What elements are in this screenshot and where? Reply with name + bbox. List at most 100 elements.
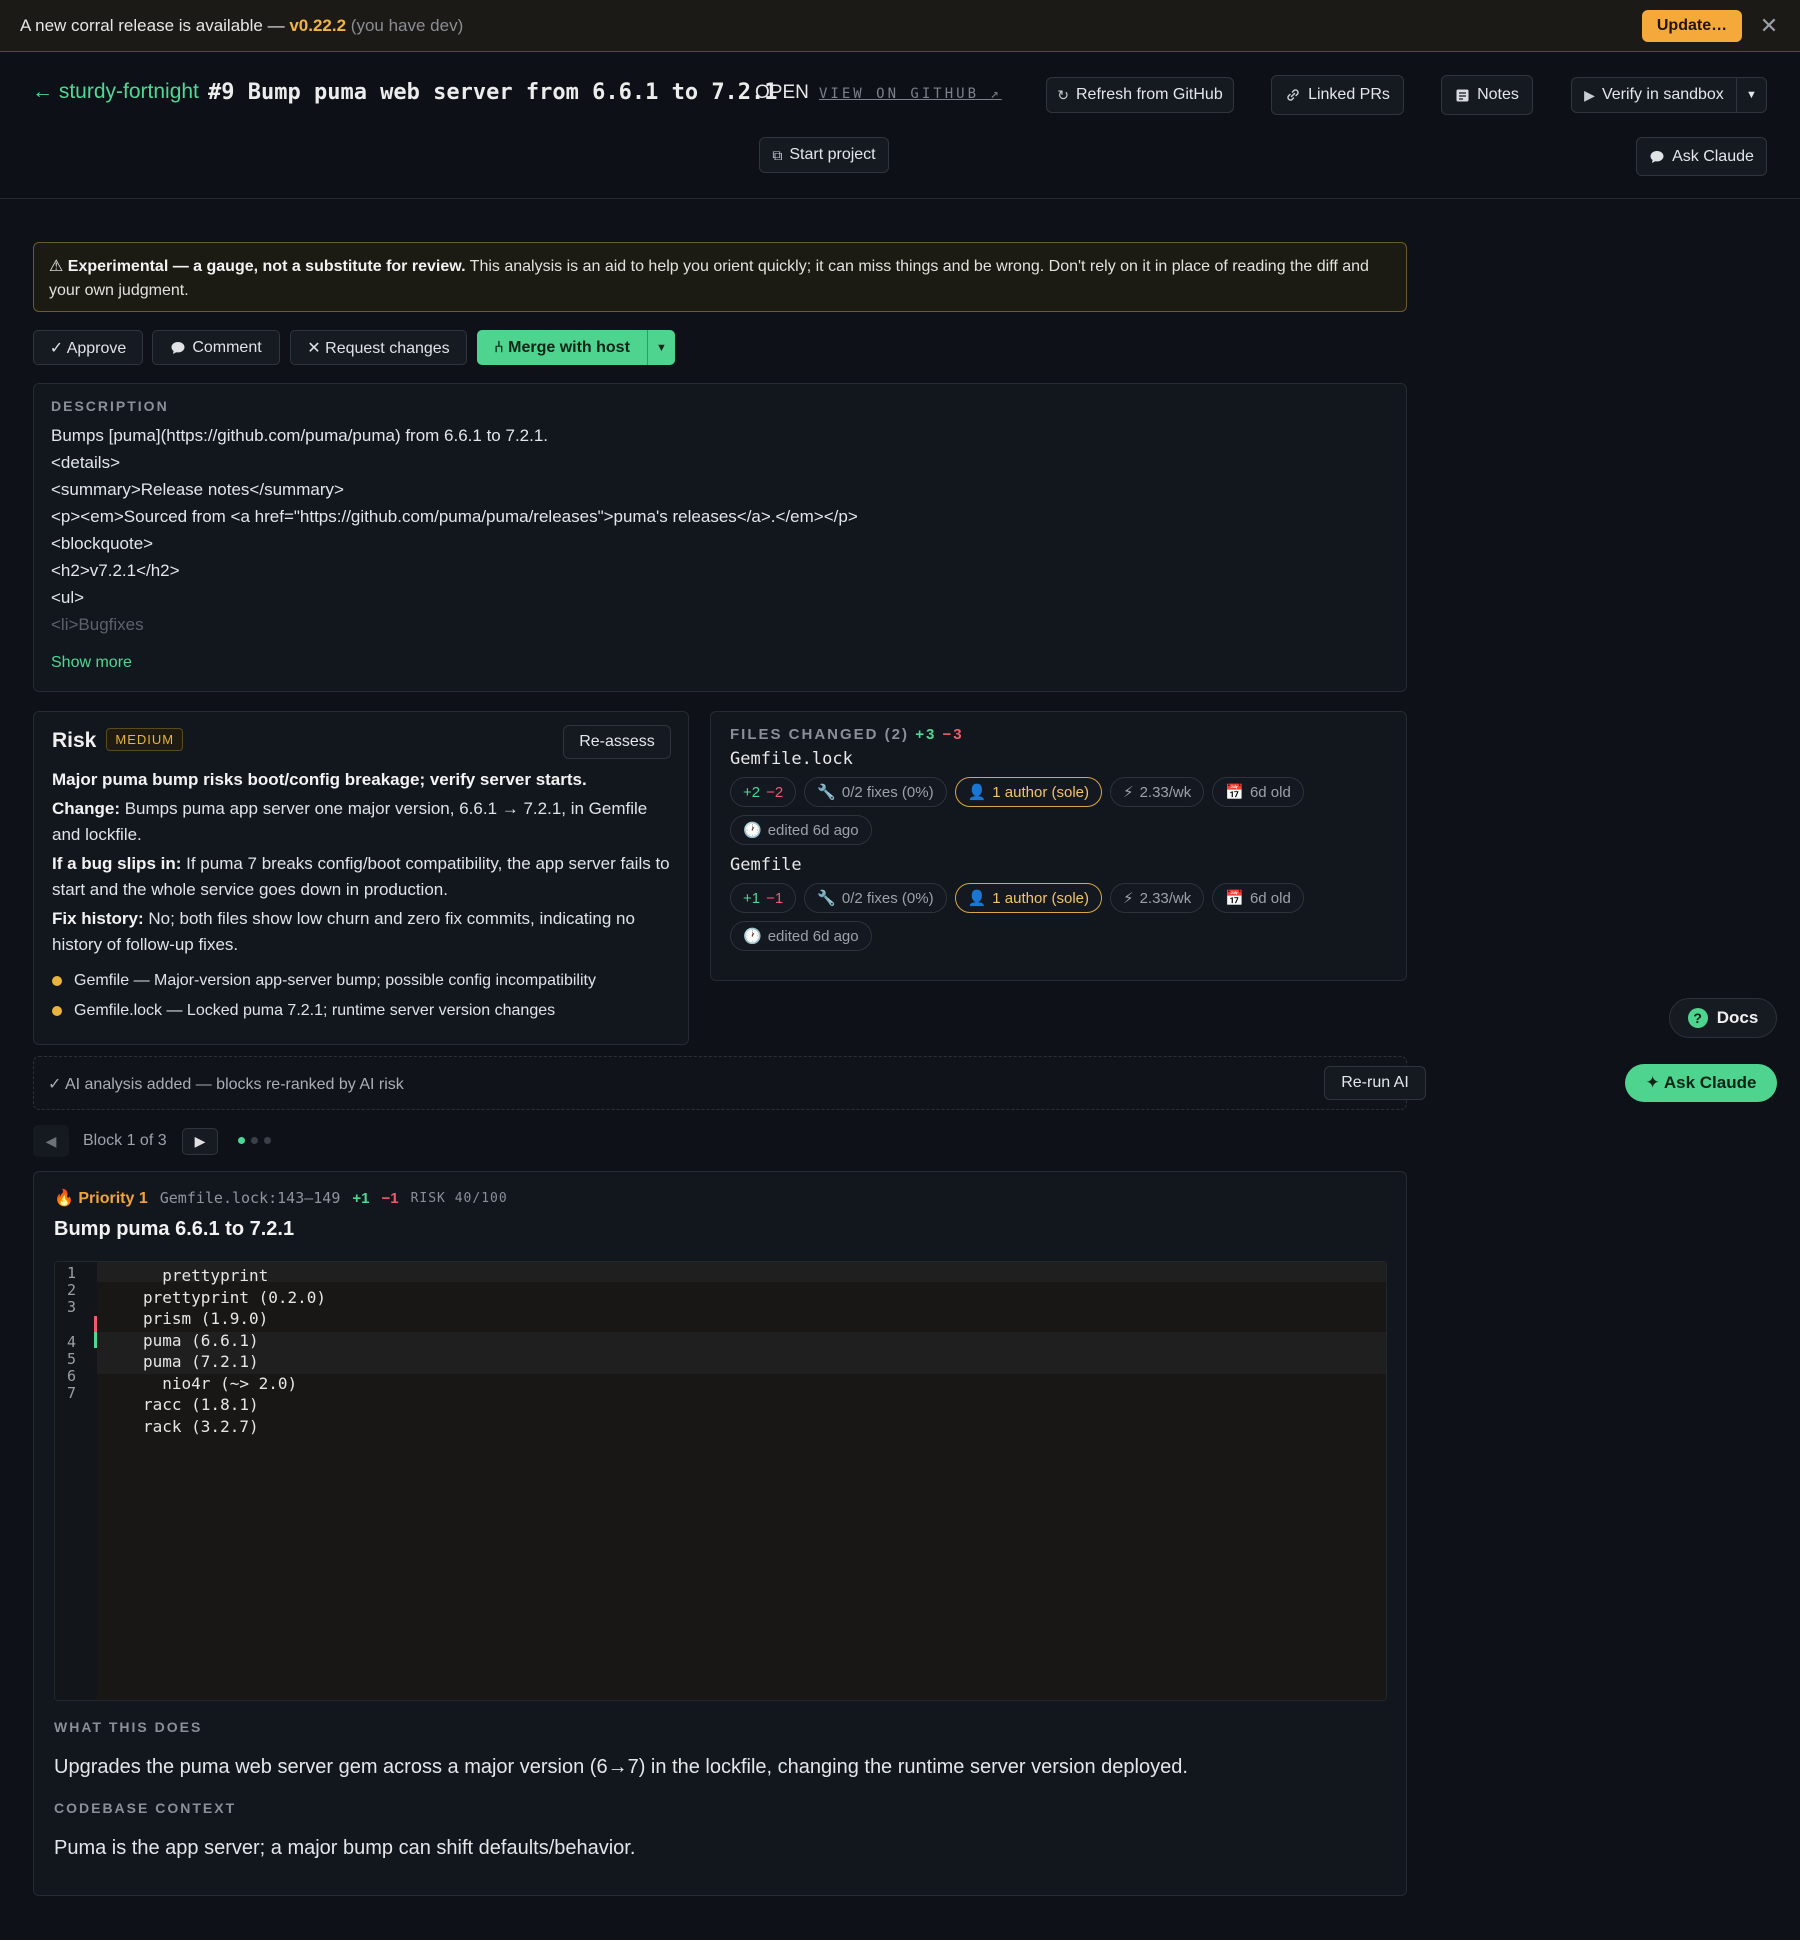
risk-file-item: Gemfile.lock — Locked puma 7.2.1; runtim… [52,996,670,1026]
verify-in-sandbox-button[interactable]: ▶ Verify in sandbox [1572,86,1736,104]
churn-rate-chip: ⚡ 2.33/wk [1110,777,1205,807]
link-icon [1285,87,1301,103]
risk-bug-impact: If a bug slips in: If puma 7 breaks conf… [52,854,670,899]
block-deleted-count: −1 [381,1189,399,1207]
comment-button[interactable]: Comment [152,330,280,365]
risk-headline: Major puma bump risks boot/config breaka… [52,770,587,789]
update-message: A new corral release is available — v0.2… [20,15,464,35]
request-changes-button[interactable]: ✕ Request changes [290,330,467,365]
code-line: rack (3.2.7) [143,1417,259,1436]
line-highlight [97,1262,1386,1282]
file-age-chip: 📅 6d old [1212,883,1304,913]
close-banner-icon[interactable]: ✕ [1756,13,1782,39]
line-number: 5 [67,1350,77,1368]
description-line: <blockquote> [51,534,154,553]
experimental-warning: ⚠ Experimental — a gauge, not a substitu… [33,242,1407,312]
ai-status-text: ✓ AI analysis added — blocks re-ranked b… [48,1076,404,1093]
risk-file-item: Gemfile — Major-version app-server bump;… [52,966,670,996]
pager-dot[interactable] [264,1137,271,1144]
merge-with-host-button[interactable]: ⑃ Merge with host [477,339,647,357]
calendar-icon: 📅 [1225,890,1244,907]
clock-icon: 🕐 [743,928,762,945]
file-name[interactable]: Gemfile [730,855,1387,875]
line-number: 7 [67,1384,77,1402]
last-edited-chip: 🕐 edited 6d ago [730,815,872,845]
what-this-does-label: WHAT THIS DOES [54,1719,203,1735]
code-line: prettyprint (0.2.0) [143,1288,327,1307]
approve-button[interactable]: ✓ Approve [33,330,143,365]
block-risk-score: RISK 40/100 [410,1190,508,1206]
description-line: <ul> [51,588,85,607]
risk-dot-icon [52,1006,62,1016]
line-highlight [97,1332,1386,1374]
chat-bubble-icon [1649,149,1665,165]
update-button[interactable]: Update… [1642,10,1742,42]
code-line: puma (7.2.1) [143,1352,259,1371]
description-line: Bumps [puma](https://github.com/puma/pum… [51,426,549,445]
block-title: Bump puma 6.6.1 to 7.2.1 [54,1218,295,1240]
pager-dot[interactable] [238,1137,245,1144]
diff-count-chip: +1 −1 [730,883,797,913]
block-location[interactable]: Gemfile.lock:143–149 [160,1189,341,1207]
deletion-marker [94,1316,97,1332]
pr-state-badge: OPEN [755,82,809,103]
notes-button[interactable]: Notes [1441,75,1533,115]
risk-level-badge: MEDIUM [106,728,184,751]
docs-button[interactable]: ? Docs [1669,998,1777,1038]
refresh-from-github-button[interactable]: ↻ Refresh from GitHub [1046,77,1234,113]
line-number: 6 [67,1367,77,1385]
codebase-context-text: Puma is the app server; a major bump can… [54,1837,636,1859]
code-line: nio4r (~> 2.0) [143,1374,298,1393]
files-added-count: +3 [915,726,937,743]
show-more-link[interactable]: Show more [51,654,132,672]
re-run-ai-button[interactable]: Re-run AI [1324,1066,1426,1100]
files-changed-header: FILES CHANGED (2) +3 −3 [730,726,964,743]
description-card: DESCRIPTION Bumps [puma](https://github.… [33,383,1407,692]
ask-claude-header-button[interactable]: Ask Claude [1636,137,1767,176]
description-line: <p><em>Sourced from <a href="https://git… [51,507,858,526]
code-line: puma (6.6.1) [143,1331,259,1350]
calendar-icon: 📅 [1225,784,1244,801]
risk-change: Change: Bumps puma app server one major … [52,799,648,844]
merge-with-host-split-button[interactable]: ⑃ Merge with host ▼ [477,330,675,365]
verify-options-chevron-down-icon[interactable]: ▼ [1736,78,1766,112]
refresh-icon: ↻ [1057,86,1069,103]
description-line: <summary>Release notes</summary> [51,480,344,499]
block-added-count: +1 [352,1189,370,1207]
line-number: 2 [67,1281,77,1299]
start-project-button[interactable]: ⧉ Start project [759,137,889,173]
file-stats: +1 −1 🔧 0/2 fixes (0%) 👤 1 author (sole) ⚡ 2… [730,883,1387,951]
view-on-github-link[interactable]: VIEW ON GITHUB ↗ [819,86,1002,102]
copy-icon: ⧉ [772,146,783,163]
ask-claude-fab[interactable]: ✦ Ask Claude [1625,1064,1777,1102]
block-navigator: ◀ Block 1 of 3 ▶ [33,1125,433,1157]
file-name[interactable]: Gemfile.lock [730,749,1387,769]
next-block-icon[interactable]: ▶ [182,1128,218,1155]
block-position-label: Block 1 of 3 [83,1132,167,1149]
churn-rate-chip: ⚡ 2.33/wk [1110,883,1205,913]
author-chip: 👤 1 author (sole) [954,777,1103,807]
description-line-faded: <li>Bugfixes [51,615,144,634]
risk-card: Risk MEDIUM Re-assess Major puma bump ris… [33,711,689,1045]
file-stats: +2 −2 🔧 0/2 fixes (0%) 👤 1 author (sole) ⚡ 2… [730,777,1387,845]
verify-in-sandbox-split-button[interactable]: ▶ Verify in sandbox ▼ [1571,77,1767,113]
lightning-icon: ⚡ [1123,890,1134,907]
person-icon: 👤 [967,890,987,907]
author-chip: 👤 1 author (sole) [954,883,1103,913]
description-body: Bumps [puma](https://github.com/puma/pum… [51,422,1389,638]
pr-title: #9 Bump puma web server from 6.6.1 to 7.… [208,80,778,105]
play-icon: ▶ [1584,86,1595,103]
files-changed-card: FILES CHANGED (2) +3 −3 Gemfile.lock +2−… [710,711,1407,981]
re-assess-button[interactable]: Re-assess [563,725,671,759]
back-link[interactable]: ← sturdy-fortnight [32,80,199,104]
release-version: v0.22.2 [289,15,347,35]
merge-options-chevron-down-icon[interactable]: ▼ [647,330,675,365]
pager-dot[interactable] [251,1137,258,1144]
priority-badge: 🔥 Priority 1 [54,1190,148,1207]
wrench-icon: 🔧 [817,890,836,907]
diff-count-chip: +2 −2 [730,777,797,807]
description-line: <details> [51,453,120,472]
previous-block-icon[interactable]: ◀ [33,1125,69,1157]
linked-prs-button[interactable]: Linked PRs [1271,75,1404,115]
block-meta: 🔥 Priority 1 Gemfile.lock:143–149 +1 −1 … [54,1188,1386,1208]
